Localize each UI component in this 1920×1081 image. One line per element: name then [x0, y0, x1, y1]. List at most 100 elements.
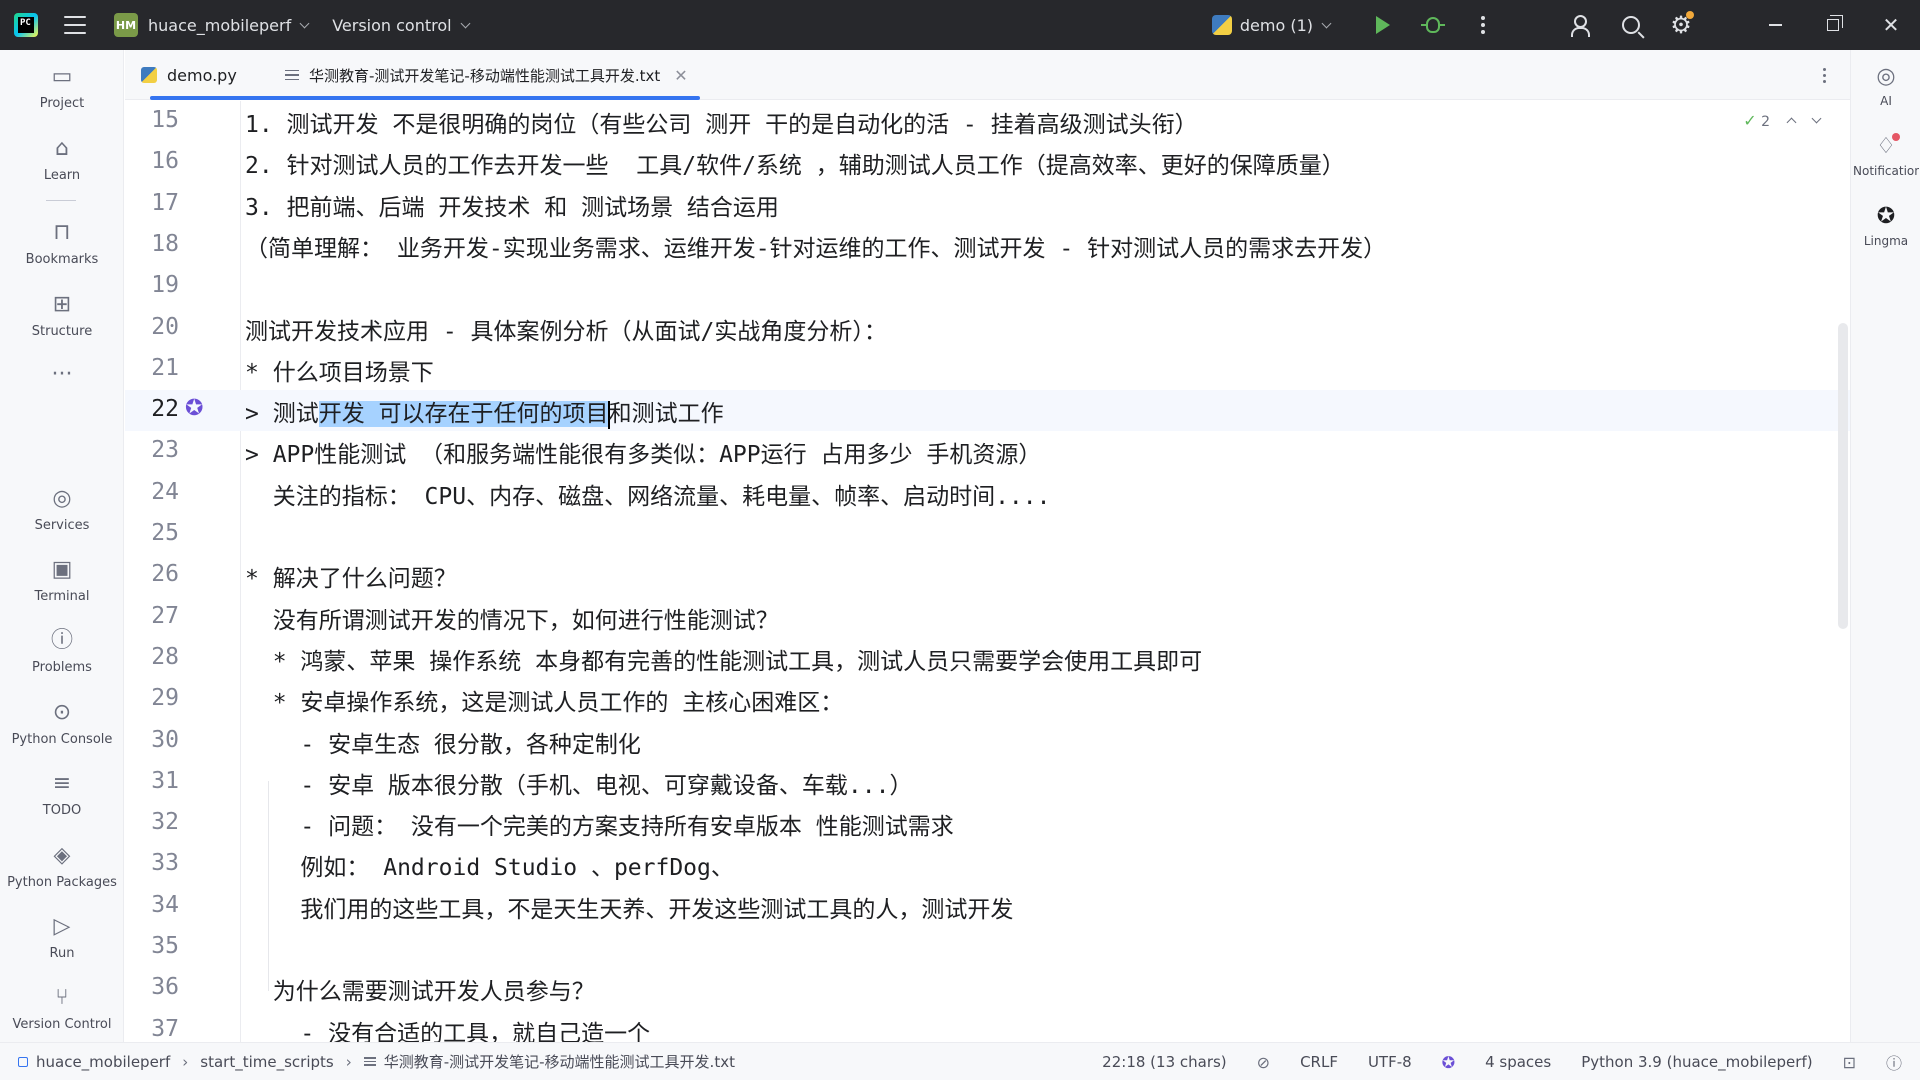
tool-window-notifications[interactable]: ♢ Notifications [1851, 133, 1920, 178]
editor-area[interactable]: 15 1. 测试开发 不是很明确的岗位（有些公司 测开 干的是自动化的活 - 挂着… [125, 101, 1850, 1042]
code-line[interactable]: 17 3. 把前端、后端 开发技术 和 测试场景 结合运用 [125, 184, 1850, 225]
current-code-line[interactable]: 22 ✪ > 测试开发 可以存在于任何的项目和测试工作 [125, 390, 1850, 432]
text-selection: 开发 可以存在于任何的项目 [318, 401, 609, 428]
tool-window-ai[interactable]: ◎ AI [1851, 66, 1920, 109]
tool-window-version-control[interactable]: ⑂ Version Control [0, 985, 124, 1033]
close-tab-icon[interactable]: ✕ [674, 66, 687, 85]
notification-dot [1891, 133, 1900, 141]
text-file-icon [285, 69, 299, 81]
bookmark-icon: ⊓ [53, 220, 71, 245]
tool-window-bookmarks[interactable]: ⊓ Bookmarks [0, 220, 124, 268]
main-menu-icon[interactable] [64, 16, 86, 34]
code-line[interactable]: 33 例如： Android Studio 、perfDog、 [125, 844, 1850, 885]
tool-window-lingma[interactable]: ✪ Lingma [1851, 206, 1920, 249]
code-line[interactable]: 34 我们用的这些工具，不是天生天养、开发这些测试工具的人，测试开发 [125, 886, 1850, 927]
code-line[interactable]: 27 没有所谓测试开发的情况下，如何进行性能测试？ [125, 597, 1850, 638]
unlock-icon[interactable]: ⊡ [1843, 1053, 1856, 1072]
code-line[interactable]: 19 [125, 266, 1850, 307]
chevron-down-icon [1321, 18, 1332, 28]
tool-window-terminal[interactable]: ▣ Terminal [0, 557, 124, 605]
services-icon: ◎ [52, 486, 72, 511]
lingma-gutter-icon[interactable]: ✪ [185, 398, 211, 424]
breadcrumb: huace_mobileperf › start_time_scripts › … [18, 1051, 735, 1072]
minimize-button[interactable] [1746, 0, 1804, 50]
version-control-menu[interactable]: Version control [332, 16, 471, 35]
breadcrumb-folder[interactable]: start_time_scripts [200, 1053, 333, 1071]
right-tool-strip: ◎ AI ♢ Notifications ✪ Lingma [1850, 50, 1920, 1042]
code-with-me-button[interactable] [1556, 0, 1606, 50]
tab-label: 华测教育-测试开发笔记-移动端性能测试工具开发.txt [309, 66, 661, 85]
indent-setting[interactable]: 4 spaces [1485, 1053, 1551, 1071]
code-line[interactable]: 37 - 没有合适的工具，就自己造一个 [125, 1010, 1850, 1042]
code-line[interactable]: 23 > APP性能测试 （和服务端性能很有多类似：APP运行 占用多少 手机资源… [125, 431, 1850, 472]
code-line[interactable]: 21 * 什么项目场景下 [125, 349, 1850, 390]
code-line[interactable]: 30 - 安卓生态 很分散，各种定制化 [125, 721, 1850, 762]
tab-actions-icon[interactable] [1823, 68, 1826, 83]
vertical-scrollbar[interactable] [1838, 323, 1848, 629]
warning-icon[interactable]: ⓘ [1886, 1050, 1902, 1074]
search-icon [1622, 16, 1640, 34]
debug-button[interactable] [1408, 0, 1458, 50]
tool-window-todo[interactable]: ≡ TODO [0, 771, 124, 819]
tool-window-project[interactable]: ▭ Project [0, 64, 124, 112]
python-interpreter[interactable]: Python 3.9 (huace_mobileperf) [1581, 1053, 1812, 1071]
inspection-widget[interactable]: ✓ 2 [1743, 111, 1822, 130]
tool-window-run[interactable]: ▷ Run [0, 914, 124, 962]
tab-demo-py[interactable]: demo.py [141, 50, 237, 100]
minimize-icon [1768, 24, 1782, 26]
code-line[interactable]: 18 （简单理解： 业务开发-实现业务需求、运维开发-针对运维的工作、测试开发 -… [125, 225, 1850, 266]
check-icon: ✓ [1743, 111, 1757, 130]
tool-strip-divider [46, 200, 76, 201]
code-line[interactable]: 35 [125, 927, 1850, 968]
terminal-icon: ▣ [51, 557, 73, 582]
code-line[interactable]: 15 1. 测试开发 不是很明确的岗位（有些公司 测开 干的是自动化的活 - 挂着… [125, 101, 1850, 142]
code-line[interactable]: 20 测试开发技术应用 - 具体案例分析（从面试/实战角度分析）： [125, 308, 1850, 349]
next-highlight-icon[interactable] [1811, 113, 1822, 124]
chevron-right-icon: › [182, 1052, 189, 1071]
maximize-button[interactable] [1804, 0, 1862, 50]
tab-label: demo.py [167, 65, 237, 85]
tool-window-problems[interactable]: ⓘ Problems [0, 628, 124, 676]
breadcrumb-project[interactable]: huace_mobileperf [36, 1053, 170, 1071]
tab-notes-txt[interactable]: 华测教育-测试开发笔记-移动端性能测试工具开发.txt ✕ [285, 50, 688, 100]
pycharm-logo-icon[interactable]: PC [14, 13, 38, 37]
tool-window-learn[interactable]: ⌂ Learn [0, 136, 124, 184]
file-encoding[interactable]: UTF-8 [1368, 1053, 1412, 1071]
more-tool-windows-button[interactable]: ··· [0, 362, 124, 388]
python-icon [1211, 15, 1232, 35]
caret-position[interactable]: 22:18 (13 chars) [1102, 1053, 1226, 1071]
breadcrumb-file[interactable]: 华测教育-测试开发笔记-移动端性能测试工具开发.txt [384, 1051, 735, 1072]
more-vertical-icon [1481, 16, 1485, 34]
run-button[interactable] [1358, 0, 1408, 50]
code-line[interactable]: 24 关注的指标： CPU、内存、磁盘、网络流量、耗电量、帧率、启动时间.... [125, 473, 1850, 514]
chevron-down-icon [299, 18, 310, 28]
code-line[interactable]: 32 - 问题： 没有一个完美的方案支持所有安卓版本 性能测试需求 [125, 803, 1850, 844]
ai-completion-off-icon[interactable]: ⊘ [1257, 1053, 1270, 1072]
inspection-count: 2 [1761, 114, 1770, 130]
code-line[interactable]: 16 2. 针对测试人员的工作去开发一些 工具/软件/系统 ，辅助测试人员工作（提… [125, 142, 1850, 183]
lingma-status-icon[interactable]: ✪ [1442, 1053, 1455, 1072]
code-line[interactable]: 28 * 鸿蒙、苹果 操作系统 本身都有完善的性能测试工具，测试人员只需要学会使… [125, 638, 1850, 679]
previous-highlight-icon[interactable] [1786, 117, 1797, 128]
line-separator[interactable]: CRLF [1300, 1053, 1338, 1071]
code-line[interactable]: 36 为什么需要测试开发人员参与？ [125, 968, 1850, 1009]
code-line[interactable]: 26 * 解决了什么问题？ [125, 555, 1850, 596]
code-line[interactable]: 31 - 安卓 版本很分散（手机、电视、可穿戴设备、车载...） [125, 762, 1850, 803]
search-everywhere-button[interactable] [1606, 0, 1656, 50]
tool-window-structure[interactable]: ⊞ Structure [0, 292, 124, 340]
run-configuration-label: demo (1) [1239, 15, 1313, 35]
editor-tabs: demo.py 华测教育-测试开发笔记-移动端性能测试工具开发.txt ✕ [125, 50, 1850, 100]
run-icon: ▷ [53, 914, 71, 939]
python-file-icon [141, 67, 157, 83]
settings-button[interactable]: ⚙ [1656, 0, 1706, 50]
tool-window-python-packages[interactable]: ◈ Python Packages [0, 843, 124, 891]
tool-window-python-console[interactable]: ⊙ Python Console [0, 700, 124, 748]
close-window-button[interactable]: ✕ [1862, 0, 1920, 50]
tool-window-services[interactable]: ◎ Services [0, 486, 124, 534]
run-configuration-selector[interactable]: demo (1) [1211, 15, 1332, 35]
more-actions-button[interactable] [1458, 0, 1508, 50]
git-icon: ⑂ [55, 985, 69, 1010]
code-line[interactable]: 25 [125, 514, 1850, 555]
project-switcher[interactable]: HM huace_mobileperf [114, 13, 310, 37]
code-line[interactable]: 29 * 安卓操作系统，这是测试人员工作的 主核心困难区： [125, 679, 1850, 720]
